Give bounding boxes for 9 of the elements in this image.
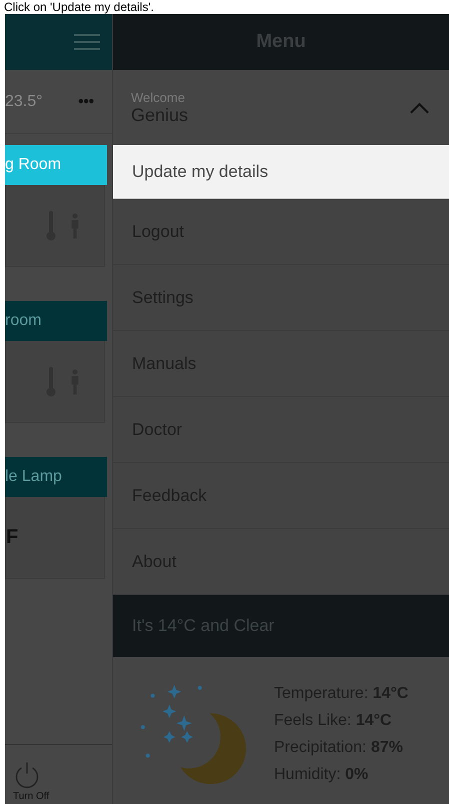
menu-icon[interactable] xyxy=(74,33,100,51)
room-tab[interactable]: room xyxy=(5,301,107,341)
instruction-caption: Click on 'Update my details'. xyxy=(3,0,155,14)
menu-item[interactable]: Update my details xyxy=(113,145,449,199)
more-options[interactable]: ••• xyxy=(78,93,94,110)
temperature-reading: 23.5° xyxy=(5,92,43,110)
room-tab[interactable]: g Room xyxy=(5,145,107,185)
room-tab[interactable]: le Lamp xyxy=(5,457,107,497)
chevron-icon xyxy=(410,102,429,114)
